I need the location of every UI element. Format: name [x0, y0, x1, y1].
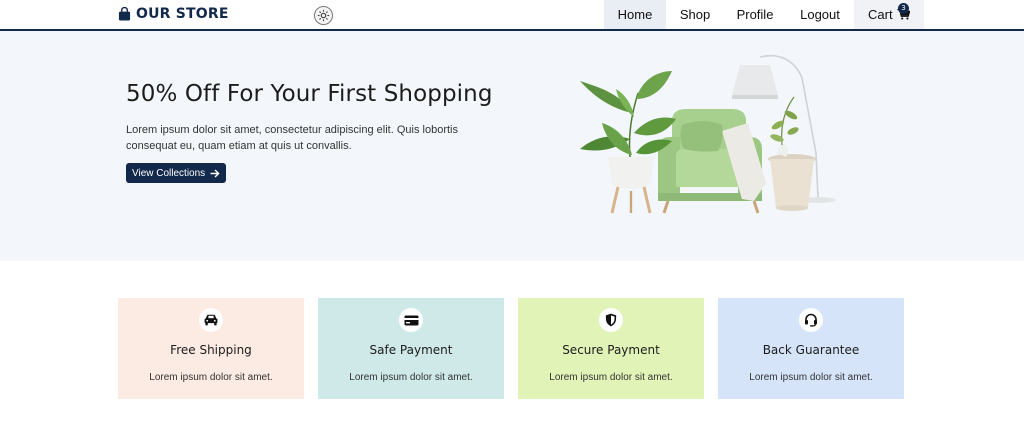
hero-title: 50% Off For Your First Shopping — [126, 81, 493, 107]
nav-cart[interactable]: Cart 3 — [854, 0, 924, 29]
features-section: Free Shipping Lorem ipsum dolor sit amet… — [0, 261, 1024, 432]
feature-title: Free Shipping — [170, 343, 252, 357]
theme-toggle-button[interactable] — [314, 6, 333, 25]
car-icon — [204, 314, 218, 326]
brand-logo[interactable]: OUR STORE — [118, 6, 229, 22]
feature-title: Safe Payment — [369, 343, 453, 357]
nav-logout[interactable]: Logout — [786, 0, 854, 29]
view-collections-label: View Collections — [132, 167, 206, 179]
credit-card-icon — [404, 315, 418, 325]
nav-home[interactable]: Home — [604, 0, 666, 29]
feature-card-back-guarantee: Back Guarantee Lorem ipsum dolor sit ame… — [718, 298, 904, 399]
feature-text: Lorem ipsum dolor sit amet. — [349, 372, 473, 383]
feature-title: Secure Payment — [562, 343, 660, 357]
feature-card-safe-payment: Safe Payment Lorem ipsum dolor sit amet. — [318, 298, 504, 399]
feature-card-secure-payment: Secure Payment Lorem ipsum dolor sit ame… — [518, 298, 704, 399]
headset-icon — [805, 313, 817, 327]
navbar: OUR STORE Home Shop Profile Logout Cart — [0, 0, 1024, 31]
cart-count-badge: 3 — [898, 3, 909, 14]
cart-label: Cart — [868, 7, 893, 22]
feature-title: Back Guarantee — [762, 343, 860, 357]
nav-shop[interactable]: Shop — [666, 0, 724, 29]
view-collections-button[interactable]: View Collections — [126, 163, 227, 183]
car-icon-wrap — [199, 308, 223, 332]
nav-profile[interactable]: Profile — [724, 0, 786, 29]
brand-name: OUR STORE — [136, 6, 229, 22]
main-nav: Home Shop Profile Logout Cart 3 — [604, 0, 924, 29]
shield-icon — [605, 313, 617, 327]
arrow-right-icon — [210, 168, 220, 178]
headset-icon-wrap — [799, 308, 823, 332]
hero-section: 50% Off For Your First Shopping Lorem ip… — [0, 31, 1024, 261]
shield-icon-wrap — [599, 308, 623, 332]
shopping-bag-icon — [118, 7, 131, 21]
hero-description: Lorem ipsum dolor sit amet, consectetur … — [126, 124, 458, 152]
feature-card-free-shipping: Free Shipping Lorem ipsum dolor sit amet… — [118, 298, 304, 399]
feature-text: Lorem ipsum dolor sit amet. — [749, 372, 873, 383]
feature-text: Lorem ipsum dolor sit amet. — [549, 372, 673, 383]
armchair-with-plants-and-lamp-image — [580, 54, 836, 214]
sun-icon — [317, 9, 330, 22]
feature-text: Lorem ipsum dolor sit amet. — [149, 372, 273, 383]
credit-card-icon-wrap — [399, 308, 423, 332]
